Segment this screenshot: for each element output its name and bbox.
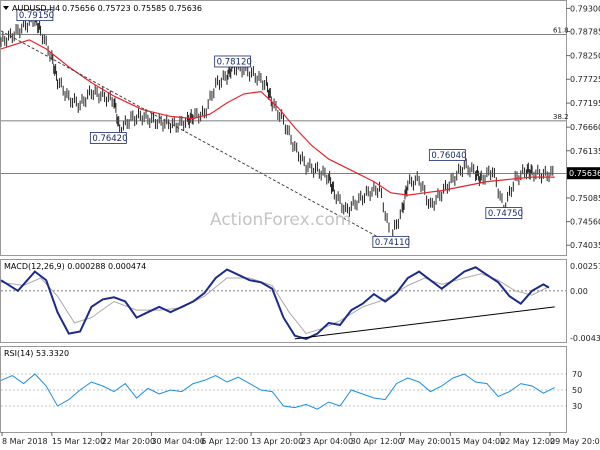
callout-label: 0.74110 bbox=[375, 238, 410, 248]
callout-label: 0.78120 bbox=[217, 57, 252, 67]
rsi-label: RSI(14) 53.3320 bbox=[4, 349, 69, 358]
time-tick-label: 22 May 12:00 bbox=[500, 437, 555, 446]
time-tick-label: 30 Mar 04:00 bbox=[151, 437, 204, 446]
price-tick-label: 0.76135 bbox=[570, 147, 600, 156]
time-tick-label: 15 May 04:00 bbox=[450, 437, 505, 446]
macd-line bbox=[0, 266, 550, 340]
macd-label: MACD(12,26,9) 0.000288 0.000474 bbox=[4, 262, 146, 271]
time-tick-label: 15 Mar 12:00 bbox=[52, 437, 105, 446]
ohlc-values: 0.75656 0.75723 0.75585 0.75636 bbox=[62, 4, 202, 13]
symbol-label: AUDUSD,H4 bbox=[12, 4, 60, 13]
rsi-line bbox=[0, 373, 555, 410]
time-tick-label: 29 May 20:00 bbox=[550, 437, 600, 446]
current-price-label: 0.75636 bbox=[569, 169, 600, 178]
time-tick-label: 13 Apr 20:00 bbox=[251, 437, 303, 446]
price-tick-label: 0.77195 bbox=[570, 99, 600, 108]
time-tick-label: 23 Apr 04:00 bbox=[301, 437, 353, 446]
time-tick-label: 30 Apr 12:00 bbox=[351, 437, 403, 446]
rsi-grid bbox=[1, 373, 566, 407]
level-label: 61.8 bbox=[553, 26, 569, 34]
price-tick-label: 0.78785 bbox=[570, 28, 600, 37]
price-axis: 0.79300 0.78785 0.78250 0.77725 0.77195 0.766… bbox=[567, 4, 600, 250]
callout-label: 0.76420 bbox=[92, 134, 127, 144]
time-tick-label: 7 May 20:00 bbox=[401, 437, 451, 446]
time-axis: 8 Mar 2018 15 Mar 12:0022 Mar 20:0030 Mar… bbox=[1, 432, 600, 446]
price-tick-label: 0.77725 bbox=[570, 75, 600, 84]
rsi-axis: 70 50 30 bbox=[572, 370, 582, 411]
rsi-tick-label: 70 bbox=[572, 370, 582, 379]
rsi-tick-label: 30 bbox=[572, 402, 582, 411]
price-tick-label: 0.74035 bbox=[570, 241, 600, 250]
callout-label: 0.76040 bbox=[431, 151, 466, 161]
price-tick-label: 0.76660 bbox=[570, 123, 600, 132]
chart-canvas: 61.838.2 0.791500.781200.764200.760400.7… bbox=[0, 0, 600, 446]
chart-header: AUDUSD,H4 0.75656 0.75723 0.75585 0.7563… bbox=[3, 4, 202, 13]
price-tick-label: 0.75085 bbox=[570, 194, 600, 203]
price-tick-label: 0.74560 bbox=[570, 218, 600, 227]
rsi-pane bbox=[0, 346, 567, 433]
collapse-triangle-icon[interactable] bbox=[3, 6, 9, 10]
time-tick-label: 8 Mar 2018 bbox=[2, 437, 48, 446]
price-tick-label: 0.79300 bbox=[570, 4, 600, 13]
callout-label: 0.74750 bbox=[488, 209, 523, 219]
level-label: 38.2 bbox=[553, 113, 569, 121]
macd-tick-label: 0.00257 bbox=[570, 262, 600, 271]
price-tick-label: 0.78250 bbox=[570, 52, 600, 61]
rsi-tick-label: 50 bbox=[572, 386, 582, 395]
macd-axis: 0.00257 0.00 -0.004392 bbox=[570, 262, 600, 343]
macd-tick-label: 0.00 bbox=[570, 287, 588, 296]
time-tick-label: 22 Mar 20:00 bbox=[102, 437, 155, 446]
time-tick-label: 6 Apr 12:00 bbox=[201, 437, 248, 446]
macd-tick-label: -0.004392 bbox=[570, 334, 600, 343]
chart-window: 61.8 38.2 0.79150 0.78120 0.76420 0.76040 0.7… bbox=[0, 0, 600, 450]
watermark: ActionForex.com bbox=[210, 210, 351, 230]
